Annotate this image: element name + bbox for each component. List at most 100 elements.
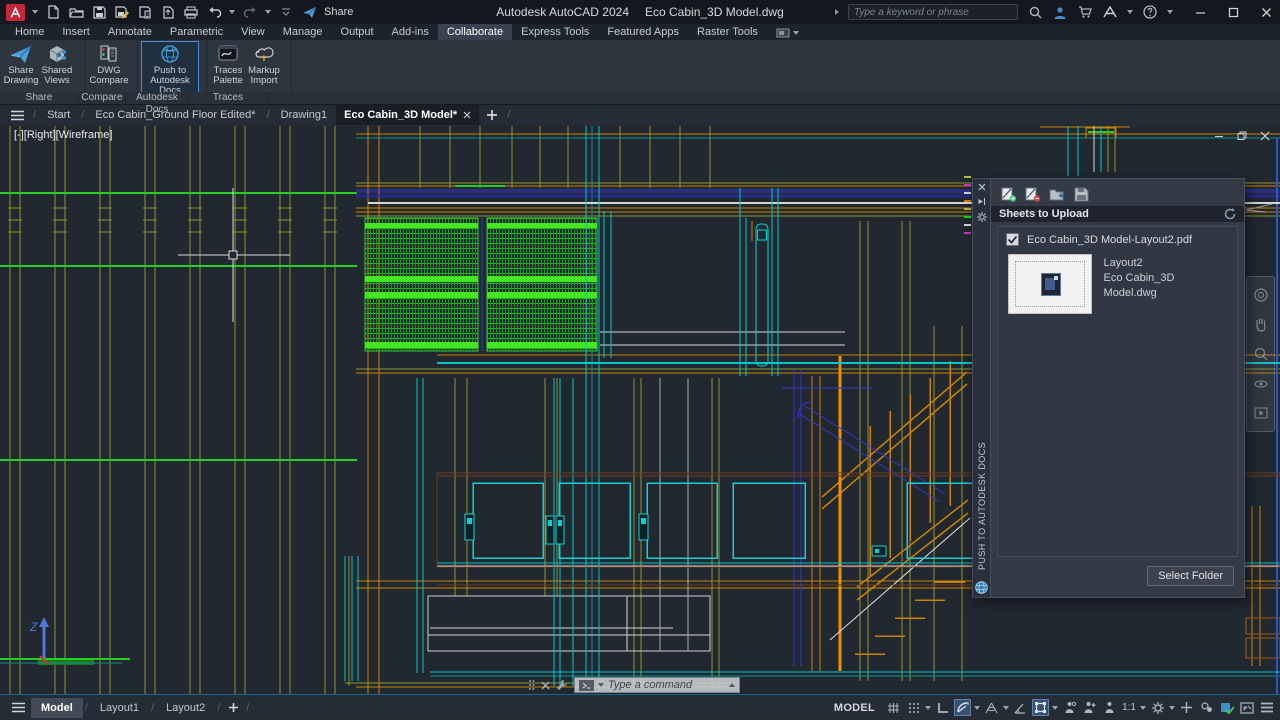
- tab-collaborate[interactable]: Collaborate: [438, 24, 512, 40]
- undo-icon[interactable]: [206, 4, 222, 20]
- app-store-cart-icon[interactable]: [1077, 4, 1093, 20]
- ortho-mode-icon[interactable]: [934, 699, 951, 716]
- redo-caret[interactable]: [265, 10, 271, 14]
- sign-in-user-icon[interactable]: [1052, 4, 1068, 20]
- select-folder-button[interactable]: Select Folder: [1147, 566, 1234, 586]
- tab-layout2[interactable]: Layout2: [156, 698, 215, 718]
- share-button[interactable]: Share: [324, 6, 353, 18]
- sheet-thumbnail-row[interactable]: Layout2 Eco Cabin_3D Model.dwg: [998, 250, 1237, 318]
- tab-parametric[interactable]: Parametric: [161, 24, 232, 40]
- save-web-mobile-icon[interactable]: [137, 4, 153, 20]
- crosshair-plus-icon[interactable]: [1178, 699, 1195, 716]
- help-menu-caret[interactable]: [1167, 10, 1173, 14]
- help-icon[interactable]: [1142, 4, 1158, 20]
- command-prompt-icon[interactable]: [579, 680, 594, 691]
- tab-home[interactable]: Home: [6, 24, 53, 40]
- panel-label-traces[interactable]: Traces: [189, 92, 268, 104]
- steering-wheel-icon[interactable]: [1253, 287, 1269, 303]
- annotation-visibility-icon[interactable]: [1061, 699, 1078, 716]
- annotation-scale-icon[interactable]: [1101, 699, 1118, 716]
- palette-close-icon[interactable]: [978, 183, 986, 191]
- panel-label-docs[interactable]: Autodesk Docs: [126, 92, 189, 104]
- palette-properties-gear-icon[interactable]: [977, 212, 987, 222]
- file-tab-drawing1[interactable]: Drawing1: [273, 105, 335, 125]
- zoom-icon[interactable]: [1253, 346, 1269, 362]
- tab-featured-apps[interactable]: Featured Apps: [598, 24, 688, 40]
- snap-mode-icon[interactable]: [905, 699, 922, 716]
- polar-settings-caret[interactable]: [974, 706, 980, 710]
- file-tab-3d-model[interactable]: Eco Cabin_3D Model*: [336, 105, 479, 125]
- file-tab-start[interactable]: Start: [39, 105, 78, 125]
- panel-label-compare[interactable]: Compare: [79, 92, 126, 104]
- minimize-button[interactable]: [1192, 4, 1208, 20]
- customization-menu-icon[interactable]: [1258, 699, 1275, 716]
- search-icon[interactable]: [1027, 4, 1043, 20]
- tab-manage[interactable]: Manage: [274, 24, 332, 40]
- open-file-icon[interactable]: [68, 4, 84, 20]
- drawing-close-icon[interactable]: [1260, 131, 1270, 141]
- new-drawing-tab-icon[interactable]: [480, 109, 504, 121]
- logo-menu-caret[interactable]: [32, 10, 38, 14]
- orbit-icon[interactable]: [1253, 376, 1269, 392]
- tab-model[interactable]: Model: [31, 698, 83, 718]
- showmotion-icon[interactable]: [1253, 405, 1269, 421]
- pan-hand-icon[interactable]: [1253, 316, 1269, 332]
- drawing-minimize-icon[interactable]: [1214, 131, 1224, 141]
- undo-caret[interactable]: [229, 10, 235, 14]
- share-drawing-button[interactable]: Share Drawing: [3, 41, 39, 86]
- drawing-restore-icon[interactable]: [1237, 131, 1247, 141]
- tab-output[interactable]: Output: [332, 24, 383, 40]
- save-icon[interactable]: [91, 4, 107, 20]
- palette-autohide-icon[interactable]: [977, 197, 986, 206]
- maximize-button[interactable]: [1225, 4, 1241, 20]
- remove-sheets-icon[interactable]: [1025, 187, 1041, 202]
- tab-view[interactable]: View: [232, 24, 274, 40]
- tab-addins[interactable]: Add-ins: [383, 24, 438, 40]
- viewport-controls[interactable]: [-][Right][Wireframe]: [14, 129, 112, 141]
- ribbon-display-toggle[interactable]: [767, 24, 808, 40]
- open-web-mobile-icon[interactable]: [160, 4, 176, 20]
- annotation-scale-value[interactable]: 1:1: [1122, 702, 1136, 713]
- workspace-gear-icon[interactable]: [1149, 699, 1166, 716]
- command-expand-caret[interactable]: [729, 683, 735, 687]
- tab-express-tools[interactable]: Express Tools: [512, 24, 598, 40]
- search-collapse-icon[interactable]: [835, 9, 839, 15]
- osnap-settings-caret[interactable]: [1052, 706, 1058, 710]
- plot-icon[interactable]: [183, 4, 199, 20]
- object-snap-icon[interactable]: [1032, 699, 1049, 716]
- polar-tracking-icon[interactable]: [954, 699, 971, 716]
- refresh-icon[interactable]: [1224, 208, 1236, 220]
- tab-layout1[interactable]: Layout1: [90, 698, 149, 718]
- new-file-icon[interactable]: [45, 4, 61, 20]
- new-layout-icon[interactable]: [222, 702, 244, 713]
- dwg-compare-button[interactable]: DWG Compare: [88, 41, 130, 86]
- isodraft-settings-caret[interactable]: [1003, 706, 1009, 710]
- tab-raster-tools[interactable]: Raster Tools: [688, 24, 767, 40]
- redo-icon[interactable]: [242, 4, 258, 20]
- clean-screen-icon[interactable]: [1238, 699, 1255, 716]
- command-input[interactable]: Type a command: [574, 677, 740, 693]
- palette-title-bar[interactable]: PUSH TO AUTODESK DOCS: [972, 178, 990, 598]
- tab-annotate[interactable]: Annotate: [99, 24, 161, 40]
- object-snap-tracking-icon[interactable]: [1012, 699, 1029, 716]
- isolate-objects-icon[interactable]: [1198, 699, 1215, 716]
- save-as-icon[interactable]: [114, 4, 130, 20]
- qat-customize-caret[interactable]: [278, 4, 294, 20]
- sheet-row[interactable]: Eco Cabin_3D Model-Layout2.pdf: [998, 227, 1237, 250]
- sheet-thumbnail[interactable]: [1008, 254, 1092, 314]
- workspace-caret[interactable]: [1169, 706, 1175, 710]
- panel-label-share[interactable]: Share: [0, 92, 79, 104]
- sheet-checkbox[interactable]: [1006, 233, 1019, 246]
- load-sheets-folder-icon[interactable]: [1049, 187, 1066, 202]
- scale-list-caret[interactable]: [1140, 706, 1146, 710]
- graphics-performance-icon[interactable]: [1218, 699, 1235, 716]
- command-drag-grip[interactable]: [528, 679, 535, 691]
- annotation-autoscale-icon[interactable]: [1081, 699, 1098, 716]
- command-close-icon[interactable]: [541, 681, 550, 690]
- tab-insert[interactable]: Insert: [53, 24, 99, 40]
- push-to-autodesk-docs-button[interactable]: Push to Autodesk Docs: [141, 41, 199, 97]
- markup-import-button[interactable]: Markup Import: [246, 41, 282, 86]
- traces-palette-button[interactable]: Traces Palette: [210, 41, 246, 86]
- model-space-canvas[interactable]: Z [-][Right][Wireframe]: [0, 126, 1280, 695]
- save-sheet-list-icon[interactable]: [1074, 187, 1089, 202]
